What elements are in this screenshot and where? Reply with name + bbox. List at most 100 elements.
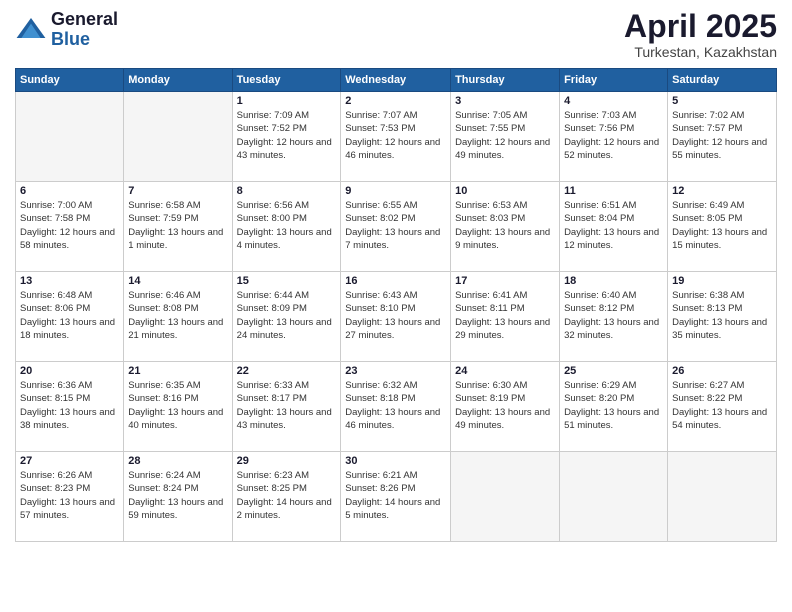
day-info: Sunrise: 6:32 AMSunset: 8:18 PMDaylight:… <box>345 379 446 432</box>
day-info: Sunrise: 6:35 AMSunset: 8:16 PMDaylight:… <box>128 379 227 432</box>
day-info: Sunrise: 6:58 AMSunset: 7:59 PMDaylight:… <box>128 199 227 252</box>
calendar-cell: 23 Sunrise: 6:32 AMSunset: 8:18 PMDayligh… <box>341 362 451 452</box>
day-info: Sunrise: 6:36 AMSunset: 8:15 PMDaylight:… <box>20 379 119 432</box>
day-number: 6 <box>20 185 119 197</box>
day-info: Sunrise: 6:29 AMSunset: 8:20 PMDaylight:… <box>564 379 663 432</box>
day-info: Sunrise: 6:51 AMSunset: 8:04 PMDaylight:… <box>564 199 663 252</box>
calendar-cell: 9 Sunrise: 6:55 AMSunset: 8:02 PMDaylight… <box>341 182 451 272</box>
calendar-cell: 10Sunrise: 6:53 AMSunset: 8:03 PMDayligh… <box>451 182 560 272</box>
logo: General Blue <box>15 10 118 50</box>
day-info: Sunrise: 6:23 AMSunset: 8:25 PMDaylight:… <box>237 469 337 522</box>
day-info: Sunrise: 6:44 AMSunset: 8:09 PMDaylight:… <box>237 289 337 342</box>
day-info: Sunrise: 6:43 AMSunset: 8:10 PMDaylight:… <box>345 289 446 342</box>
day-number: 9 <box>345 185 446 197</box>
day-info: Sunrise: 7:05 AMSunset: 7:55 PMDaylight:… <box>455 109 555 162</box>
calendar-cell: 7 Sunrise: 6:58 AMSunset: 7:59 PMDaylight… <box>124 182 232 272</box>
calendar-cell: 26 Sunrise: 6:27 AMSunset: 8:22 PMDayligh… <box>668 362 777 452</box>
calendar-cell: 17 Sunrise: 6:41 AMSunset: 8:11 PMDayligh… <box>451 272 560 362</box>
day-info: Sunrise: 6:24 AMSunset: 8:24 PMDaylight:… <box>128 469 227 522</box>
day-number: 19 <box>672 275 772 287</box>
calendar-cell: 21Sunrise: 6:35 AMSunset: 8:16 PMDayligh… <box>124 362 232 452</box>
day-number: 16 <box>345 275 446 287</box>
day-info: Sunrise: 6:41 AMSunset: 8:11 PMDaylight:… <box>455 289 555 342</box>
header-friday: Friday <box>560 69 668 92</box>
day-info: Sunrise: 7:07 AMSunset: 7:53 PMDaylight:… <box>345 109 446 162</box>
day-number: 18 <box>564 275 663 287</box>
calendar-cell: 8 Sunrise: 6:56 AMSunset: 8:00 PMDaylight… <box>232 182 341 272</box>
day-number: 29 <box>237 455 337 467</box>
calendar-cell <box>560 452 668 542</box>
day-number: 1 <box>237 95 337 107</box>
calendar-cell: 25 Sunrise: 6:29 AMSunset: 8:20 PMDayligh… <box>560 362 668 452</box>
day-number: 13 <box>20 275 119 287</box>
calendar-cell: 6Sunrise: 7:00 AMSunset: 7:58 PMDaylight… <box>16 182 124 272</box>
day-number: 11 <box>564 185 663 197</box>
day-number: 5 <box>672 95 772 107</box>
calendar-cell <box>16 92 124 182</box>
calendar-cell: 2 Sunrise: 7:07 AMSunset: 7:53 PMDaylight… <box>341 92 451 182</box>
day-number: 24 <box>455 365 555 377</box>
logo-text: General Blue <box>51 10 118 50</box>
calendar-cell: 1 Sunrise: 7:09 AMSunset: 7:52 PMDaylight… <box>232 92 341 182</box>
day-info: Sunrise: 6:55 AMSunset: 8:02 PMDaylight:… <box>345 199 446 252</box>
title-block: April 2025 Turkestan, Kazakhstan <box>624 10 777 60</box>
day-info: Sunrise: 6:30 AMSunset: 8:19 PMDaylight:… <box>455 379 555 432</box>
day-number: 12 <box>672 185 772 197</box>
day-number: 3 <box>455 95 555 107</box>
calendar-cell <box>668 452 777 542</box>
logo-icon <box>15 14 47 46</box>
header-monday: Monday <box>124 69 232 92</box>
day-number: 7 <box>128 185 227 197</box>
day-number: 22 <box>237 365 337 377</box>
calendar-week-row-0: 1 Sunrise: 7:09 AMSunset: 7:52 PMDaylight… <box>16 92 777 182</box>
calendar-cell: 14Sunrise: 6:46 AMSunset: 8:08 PMDayligh… <box>124 272 232 362</box>
calendar-cell <box>451 452 560 542</box>
calendar-cell: 13 Sunrise: 6:48 AMSunset: 8:06 PMDayligh… <box>16 272 124 362</box>
month-title: April 2025 <box>624 10 777 42</box>
calendar-cell: 29 Sunrise: 6:23 AMSunset: 8:25 PMDayligh… <box>232 452 341 542</box>
calendar-week-row-2: 13 Sunrise: 6:48 AMSunset: 8:06 PMDayligh… <box>16 272 777 362</box>
day-info: Sunrise: 6:56 AMSunset: 8:00 PMDaylight:… <box>237 199 337 252</box>
day-number: 8 <box>237 185 337 197</box>
page: General Blue April 2025 Turkestan, Kazak… <box>0 0 792 612</box>
calendar-cell <box>124 92 232 182</box>
calendar-cell: 4Sunrise: 7:03 AMSunset: 7:56 PMDaylight… <box>560 92 668 182</box>
day-info: Sunrise: 6:21 AMSunset: 8:26 PMDaylight:… <box>345 469 446 522</box>
header-thursday: Thursday <box>451 69 560 92</box>
header-saturday: Saturday <box>668 69 777 92</box>
day-info: Sunrise: 6:26 AMSunset: 8:23 PMDaylight:… <box>20 469 119 522</box>
day-number: 30 <box>345 455 446 467</box>
day-number: 14 <box>128 275 227 287</box>
day-number: 23 <box>345 365 446 377</box>
header-tuesday: Tuesday <box>232 69 341 92</box>
header-sunday: Sunday <box>16 69 124 92</box>
calendar-body: 1 Sunrise: 7:09 AMSunset: 7:52 PMDaylight… <box>16 92 777 542</box>
day-number: 2 <box>345 95 446 107</box>
day-info: Sunrise: 7:09 AMSunset: 7:52 PMDaylight:… <box>237 109 337 162</box>
calendar-cell: 22 Sunrise: 6:33 AMSunset: 8:17 PMDayligh… <box>232 362 341 452</box>
calendar-cell: 30 Sunrise: 6:21 AMSunset: 8:26 PMDayligh… <box>341 452 451 542</box>
calendar-cell: 27 Sunrise: 6:26 AMSunset: 8:23 PMDayligh… <box>16 452 124 542</box>
calendar-header-row: Sunday Monday Tuesday Wednesday Thursday… <box>16 69 777 92</box>
calendar-cell: 11 Sunrise: 6:51 AMSunset: 8:04 PMDayligh… <box>560 182 668 272</box>
day-info: Sunrise: 6:48 AMSunset: 8:06 PMDaylight:… <box>20 289 119 342</box>
day-number: 10 <box>455 185 555 197</box>
subtitle: Turkestan, Kazakhstan <box>624 44 777 60</box>
day-info: Sunrise: 6:40 AMSunset: 8:12 PMDaylight:… <box>564 289 663 342</box>
day-info: Sunrise: 6:27 AMSunset: 8:22 PMDaylight:… <box>672 379 772 432</box>
day-info: Sunrise: 6:38 AMSunset: 8:13 PMDaylight:… <box>672 289 772 342</box>
calendar-table: Sunday Monday Tuesday Wednesday Thursday… <box>15 68 777 542</box>
calendar-cell: 28Sunrise: 6:24 AMSunset: 8:24 PMDayligh… <box>124 452 232 542</box>
day-number: 26 <box>672 365 772 377</box>
day-number: 27 <box>20 455 119 467</box>
day-number: 25 <box>564 365 663 377</box>
calendar-cell: 18 Sunrise: 6:40 AMSunset: 8:12 PMDayligh… <box>560 272 668 362</box>
day-number: 17 <box>455 275 555 287</box>
calendar-cell: 24 Sunrise: 6:30 AMSunset: 8:19 PMDayligh… <box>451 362 560 452</box>
day-info: Sunrise: 6:33 AMSunset: 8:17 PMDaylight:… <box>237 379 337 432</box>
logo-blue: Blue <box>51 29 90 49</box>
day-info: Sunrise: 7:03 AMSunset: 7:56 PMDaylight:… <box>564 109 663 162</box>
calendar-cell: 3 Sunrise: 7:05 AMSunset: 7:55 PMDaylight… <box>451 92 560 182</box>
calendar-cell: 20Sunrise: 6:36 AMSunset: 8:15 PMDayligh… <box>16 362 124 452</box>
logo-general: General <box>51 9 118 29</box>
